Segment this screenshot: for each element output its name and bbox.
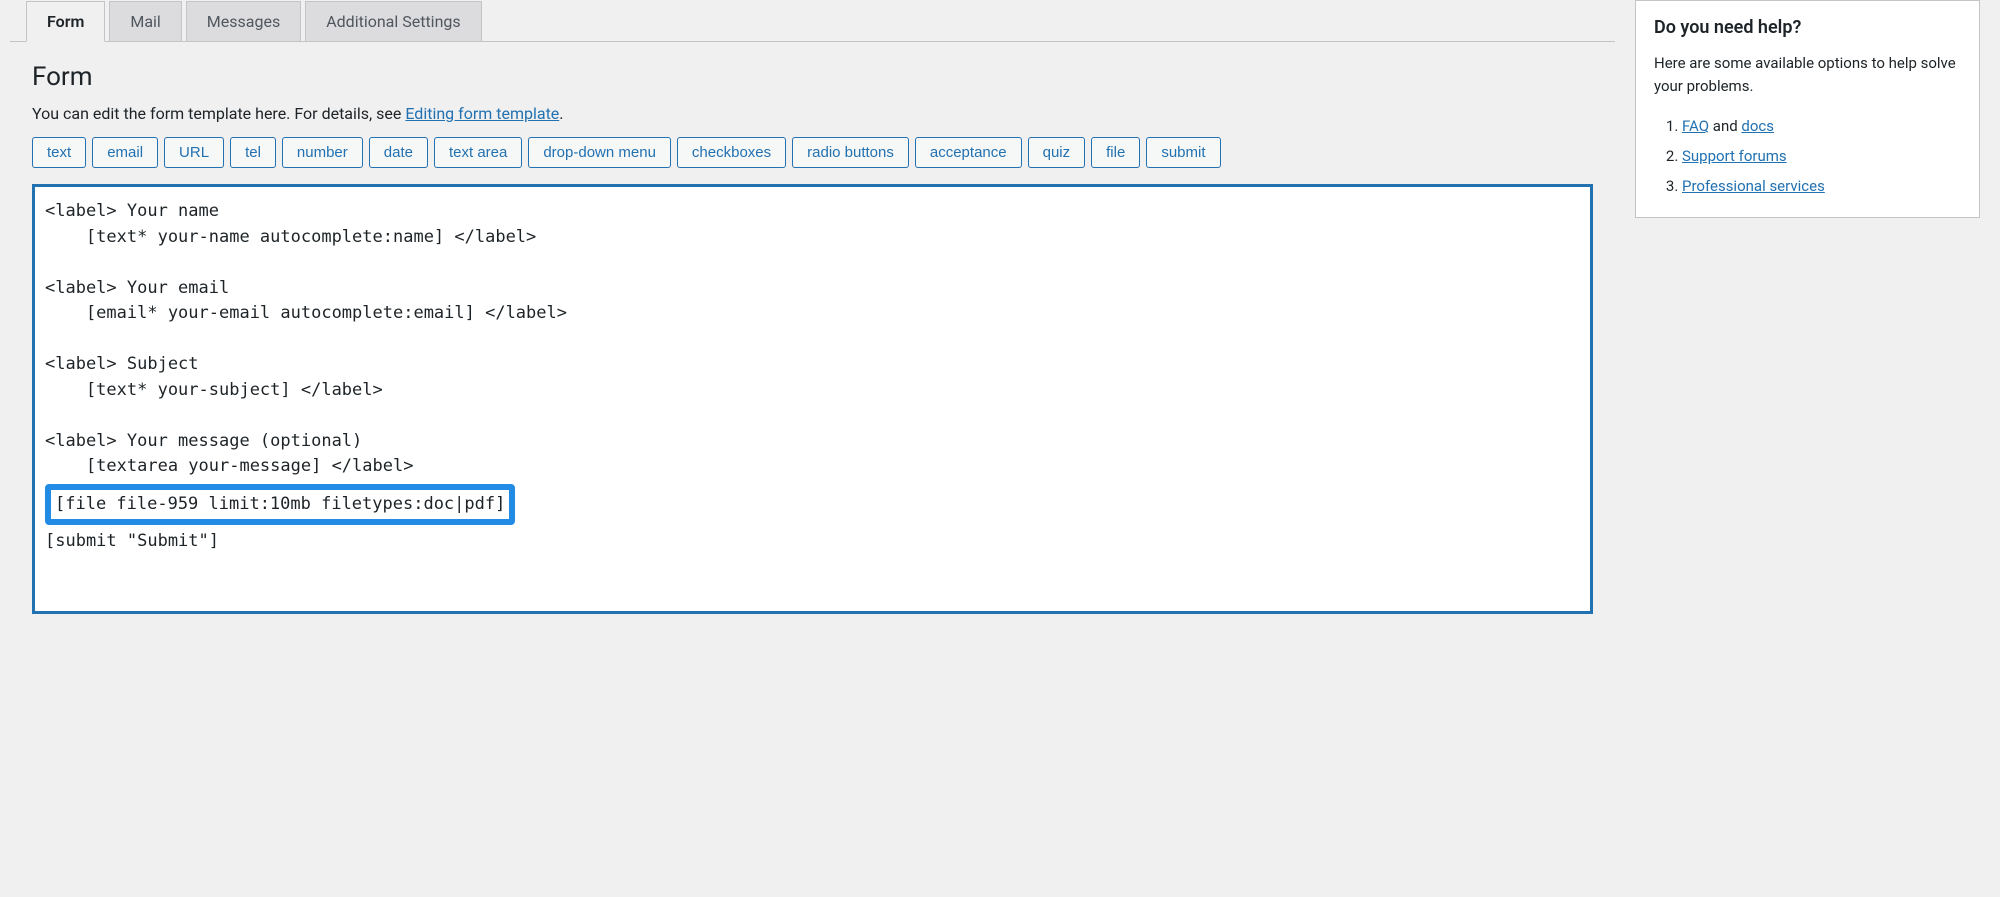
- help-item-professional: Professional services: [1682, 171, 1961, 201]
- sidebar: Do you need help? Here are some availabl…: [1635, 0, 1980, 634]
- help-item-middle: and: [1709, 117, 1741, 135]
- tag-dropdown-button[interactable]: drop-down menu: [528, 137, 671, 168]
- code-after: [submit "Submit"]: [45, 531, 219, 551]
- desc-suffix: .: [559, 104, 563, 123]
- file-tag-highlight: [file file-959 limit:10mb filetypes:doc|…: [45, 484, 515, 526]
- form-template-editor[interactable]: <label> Your name [text* your-name autoc…: [32, 184, 1593, 614]
- tag-textarea-button[interactable]: text area: [434, 137, 522, 168]
- code-before: <label> Your name [text* your-name autoc…: [45, 201, 567, 476]
- tag-number-button[interactable]: number: [282, 137, 363, 168]
- tab-messages[interactable]: Messages: [186, 1, 301, 42]
- tab-mail[interactable]: Mail: [109, 1, 181, 42]
- tab-form[interactable]: Form: [26, 1, 105, 42]
- professional-services-link[interactable]: Professional services: [1682, 177, 1825, 195]
- tag-email-button[interactable]: email: [92, 137, 158, 168]
- desc-prefix: You can edit the form template here. For…: [32, 104, 405, 123]
- tag-file-button[interactable]: file: [1091, 137, 1140, 168]
- docs-link[interactable]: docs: [1741, 117, 1774, 135]
- help-item-support: Support forums: [1682, 141, 1961, 171]
- tag-date-button[interactable]: date: [369, 137, 428, 168]
- panel-desc: You can edit the form template here. For…: [32, 104, 1593, 123]
- tag-tel-button[interactable]: tel: [230, 137, 276, 168]
- tag-url-button[interactable]: URL: [164, 137, 224, 168]
- help-desc: Here are some available options to help …: [1654, 52, 1961, 97]
- code-highlight-text: [file file-959 limit:10mb filetypes:doc|…: [55, 494, 505, 514]
- help-list: FAQ and docs Support forums Professional…: [1654, 111, 1961, 201]
- faq-link[interactable]: FAQ: [1682, 117, 1709, 135]
- tag-quiz-button[interactable]: quiz: [1028, 137, 1086, 168]
- tag-radio-button[interactable]: radio buttons: [792, 137, 909, 168]
- tag-checkboxes-button[interactable]: checkboxes: [677, 137, 786, 168]
- tab-additional-settings[interactable]: Additional Settings: [305, 1, 481, 42]
- editing-form-template-link[interactable]: Editing form template: [405, 104, 559, 123]
- tag-text-button[interactable]: text: [32, 137, 86, 168]
- tabs-bar: Form Mail Messages Additional Settings: [26, 0, 1615, 41]
- tag-button-row: text email URL tel number date text area…: [32, 137, 1593, 168]
- tag-submit-button[interactable]: submit: [1146, 137, 1220, 168]
- help-box: Do you need help? Here are some availabl…: [1635, 0, 1980, 218]
- help-item-faq: FAQ and docs: [1682, 111, 1961, 141]
- form-panel: Form You can edit the form template here…: [10, 41, 1615, 634]
- help-title: Do you need help?: [1654, 17, 1961, 38]
- tag-acceptance-button[interactable]: acceptance: [915, 137, 1022, 168]
- panel-heading: Form: [32, 62, 1593, 92]
- support-forums-link[interactable]: Support forums: [1682, 147, 1787, 165]
